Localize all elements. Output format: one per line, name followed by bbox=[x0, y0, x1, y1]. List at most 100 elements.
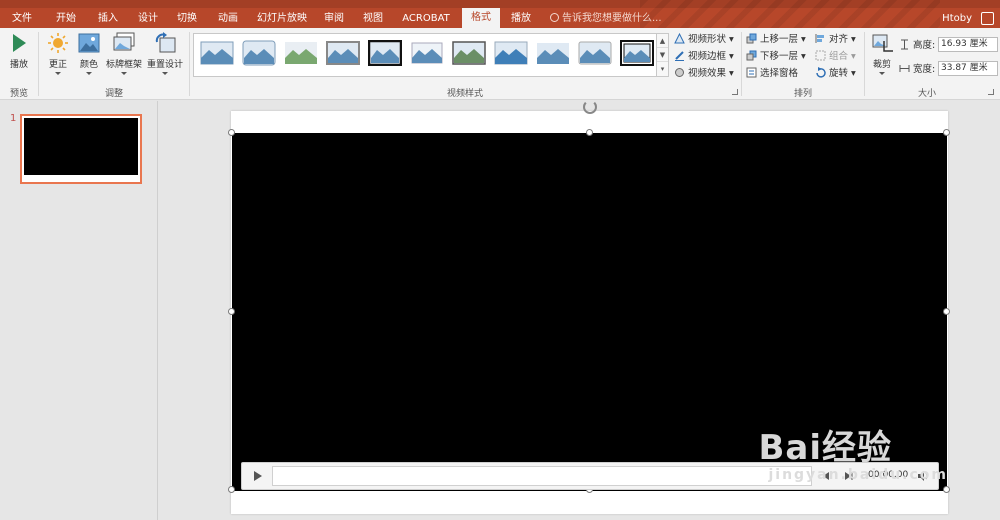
video-border-button[interactable]: 视频边框 ▾ bbox=[674, 49, 734, 64]
tab-slideshow[interactable]: 幻灯片放映 bbox=[252, 9, 312, 28]
sun-icon bbox=[48, 33, 68, 53]
resize-handle[interactable] bbox=[943, 486, 950, 493]
crop-label: 裁剪 bbox=[872, 60, 891, 70]
rotate-button[interactable]: 旋转 ▾ bbox=[815, 66, 856, 81]
bring-forward-label: 上移一层 bbox=[760, 34, 799, 45]
video-style-thumb[interactable] bbox=[452, 40, 486, 66]
gallery-more-icon[interactable]: ▾ bbox=[657, 62, 668, 76]
resize-handle[interactable] bbox=[228, 486, 235, 493]
tab-design[interactable]: 设计 bbox=[130, 9, 166, 28]
resize-handle[interactable] bbox=[943, 308, 950, 315]
tab-home[interactable]: 开始 bbox=[48, 9, 84, 28]
tab-view[interactable]: 视图 bbox=[355, 9, 391, 28]
send-backward-button[interactable]: 下移一层 ▾ bbox=[746, 49, 806, 64]
group-separator bbox=[864, 32, 865, 96]
video-style-thumb[interactable] bbox=[578, 40, 612, 66]
height-icon bbox=[901, 39, 908, 50]
reset-design-button[interactable]: 重置设计 bbox=[146, 32, 184, 75]
selection-pane-button[interactable]: 选择窗格 bbox=[746, 66, 798, 81]
slide-thumbnail-video bbox=[24, 118, 138, 180]
slide-number: 1 bbox=[10, 113, 17, 124]
tab-format[interactable]: 格式 bbox=[462, 8, 500, 28]
play-icon bbox=[13, 34, 26, 52]
video-style-thumb[interactable] bbox=[200, 40, 234, 66]
video-style-thumb[interactable] bbox=[410, 40, 444, 66]
chevron-down-icon bbox=[879, 72, 885, 75]
bring-forward-icon bbox=[746, 33, 757, 44]
tab-acrobat[interactable]: ACROBAT bbox=[398, 9, 454, 28]
slide-thumbnail[interactable] bbox=[20, 114, 142, 184]
color-button[interactable]: 颜色 bbox=[76, 32, 102, 75]
share-icon[interactable] bbox=[981, 12, 994, 25]
video-style-thumb[interactable] bbox=[494, 40, 528, 66]
rotate-icon bbox=[816, 67, 826, 78]
height-label: 高度: bbox=[913, 40, 936, 51]
video-style-thumb[interactable] bbox=[620, 40, 654, 66]
send-backward-label: 下移一层 bbox=[760, 51, 799, 62]
dialog-launcher-icon[interactable] bbox=[988, 89, 994, 95]
crop-button[interactable]: 裁剪 bbox=[868, 32, 896, 75]
video-style-thumb[interactable] bbox=[242, 40, 276, 66]
height-label-wrap: 高度: bbox=[899, 38, 935, 53]
lightbulb-icon bbox=[550, 13, 559, 22]
crop-icon bbox=[872, 34, 893, 52]
align-icon bbox=[815, 34, 824, 43]
group-label-adjust: 调整 bbox=[104, 89, 123, 99]
poster-frame-icon bbox=[113, 32, 135, 51]
group-label-preview: 预览 bbox=[9, 89, 28, 99]
rotate-handle-icon[interactable] bbox=[583, 100, 597, 114]
rotate-label: 旋转 bbox=[829, 68, 849, 79]
picture-color-icon bbox=[78, 33, 100, 53]
video-shape-label: 视频形状 bbox=[688, 34, 727, 45]
video-style-thumb[interactable] bbox=[368, 40, 402, 66]
play-icon[interactable] bbox=[246, 466, 268, 486]
resize-handle[interactable] bbox=[586, 129, 593, 136]
tab-transitions[interactable]: 切换 bbox=[169, 9, 205, 28]
scroll-down-icon[interactable]: ▼ bbox=[657, 48, 668, 62]
scroll-up-icon[interactable]: ▲ bbox=[657, 34, 668, 48]
corrections-button[interactable]: 更正 bbox=[44, 32, 72, 75]
video-style-thumb[interactable] bbox=[536, 40, 570, 66]
chevron-down-icon bbox=[162, 72, 168, 75]
watermark-line2: jingyan.baidu.com bbox=[768, 467, 948, 483]
width-field[interactable]: 33.87 厘米 bbox=[938, 61, 998, 76]
user-name[interactable]: Htoby bbox=[942, 9, 972, 28]
tab-playback[interactable]: 播放 bbox=[503, 9, 539, 28]
video-style-thumb[interactable] bbox=[326, 40, 360, 66]
progress-bar[interactable] bbox=[272, 466, 812, 486]
play-button[interactable]: 播放 bbox=[6, 32, 32, 70]
poster-frame-button[interactable]: 标牌框架 bbox=[105, 32, 143, 75]
tell-me-placeholder: 告诉我您想要做什么... bbox=[562, 13, 662, 24]
group-button[interactable]: 组合 ▾ bbox=[815, 49, 856, 64]
group-label-video-styles: 视频样式 bbox=[446, 89, 483, 99]
resize-handle[interactable] bbox=[228, 308, 235, 315]
reset-design-label: 重置设计 bbox=[146, 60, 183, 70]
dialog-launcher-icon[interactable] bbox=[732, 89, 738, 95]
resize-handle[interactable] bbox=[943, 129, 950, 136]
effects-icon bbox=[675, 68, 684, 77]
gallery-scroll[interactable]: ▲ ▼ ▾ bbox=[657, 33, 669, 77]
height-field[interactable]: 16.93 厘米 bbox=[938, 37, 998, 52]
resize-handle[interactable] bbox=[228, 129, 235, 136]
width-icon bbox=[899, 65, 910, 72]
group-label: 组合 bbox=[829, 51, 849, 62]
bring-forward-button[interactable]: 上移一层 ▾ bbox=[746, 32, 806, 47]
align-button[interactable]: 对齐 ▾ bbox=[815, 32, 856, 47]
play-label: 播放 bbox=[9, 60, 28, 70]
corrections-label: 更正 bbox=[48, 60, 67, 70]
watermark: Bai经验 jingyan.baidu.com bbox=[758, 420, 948, 483]
reset-design-icon bbox=[155, 32, 176, 53]
tab-file[interactable]: 文件 bbox=[4, 9, 40, 28]
video-effects-button[interactable]: 视频效果 ▾ bbox=[674, 66, 734, 81]
shape-icon bbox=[674, 33, 685, 44]
chevron-down-icon bbox=[86, 72, 92, 75]
video-style-thumb[interactable] bbox=[284, 40, 318, 66]
tab-review[interactable]: 审阅 bbox=[316, 9, 352, 28]
tab-animations[interactable]: 动画 bbox=[210, 9, 246, 28]
width-label-wrap: 宽度: bbox=[899, 62, 935, 77]
video-shape-button[interactable]: 视频形状 ▾ bbox=[674, 32, 734, 47]
group-label-arrange: 排列 bbox=[793, 89, 812, 99]
selection-pane-label: 选择窗格 bbox=[760, 68, 799, 79]
tell-me-search[interactable]: 告诉我您想要做什么... bbox=[550, 9, 662, 28]
tab-insert[interactable]: 插入 bbox=[90, 9, 126, 28]
